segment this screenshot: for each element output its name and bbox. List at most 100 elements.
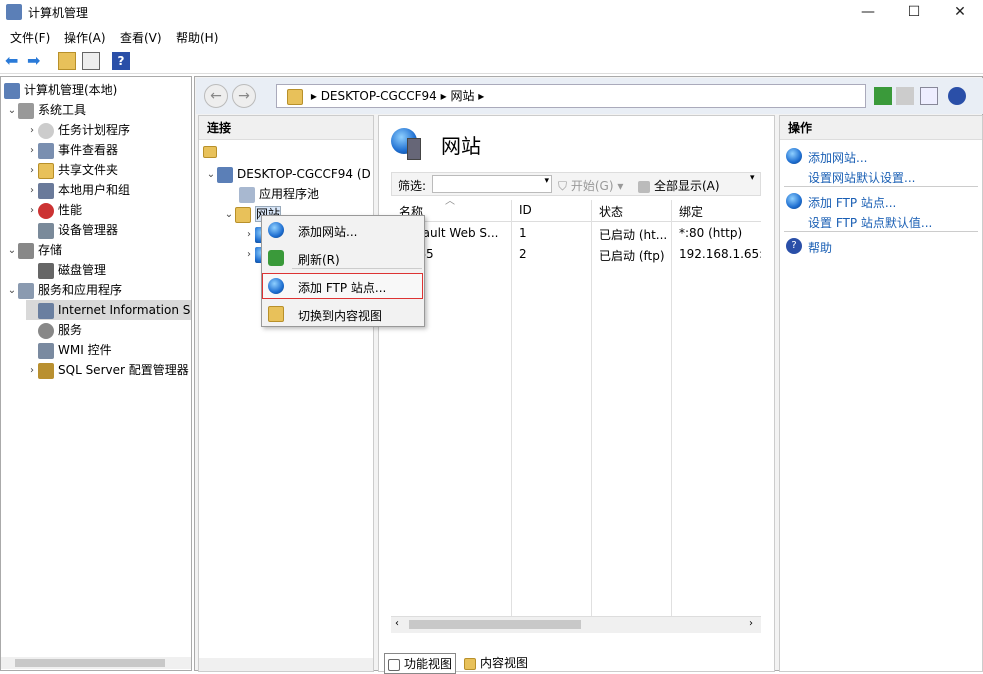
back-nav-button[interactable]: ←	[204, 84, 228, 108]
address-sep-3: ▸	[478, 89, 485, 103]
features-view-icon	[388, 658, 400, 671]
close-button[interactable]: ✕	[937, 0, 983, 26]
tab-content-view[interactable]: 内容视图	[464, 654, 528, 671]
address-sep-2: ▸	[440, 89, 447, 103]
tree-device-manager[interactable]: 设备管理器	[38, 220, 118, 240]
tree-event-viewer[interactable]: › 事件查看器	[26, 140, 118, 160]
event-viewer-icon	[38, 142, 54, 159]
action-site-defaults[interactable]: 设置网站默认设置...	[808, 169, 915, 186]
stop-icon[interactable]	[896, 87, 914, 105]
help-circle-icon[interactable]	[948, 87, 966, 105]
main-scroll-thumb[interactable]	[409, 620, 581, 629]
col-binding[interactable]: 绑定	[679, 203, 703, 220]
content-view-icon	[464, 657, 476, 670]
main-hscroll[interactable]: ‹ ›	[391, 616, 761, 633]
back-arrow-icon[interactable]: ⬅	[5, 52, 23, 70]
forward-nav-button[interactable]: →	[232, 84, 256, 108]
scroll-left-icon[interactable]: ‹	[395, 618, 399, 629]
help-icon[interactable]: ?	[112, 52, 130, 70]
action-add-ftp[interactable]: 添加 FTP 站点...	[808, 194, 896, 211]
sql-server-icon	[38, 362, 54, 379]
sites-folder-icon	[235, 206, 251, 223]
left-scroll-thumb[interactable]	[15, 659, 165, 667]
tree-performance[interactable]: › 性能	[26, 200, 82, 220]
ctx-switch-view-icon	[268, 306, 284, 322]
connect-icon[interactable]	[203, 144, 219, 160]
col-id[interactable]: ID	[519, 203, 532, 217]
tree-system-tools[interactable]: ⌄ 系统工具	[6, 100, 86, 120]
row-2-binding: 192.168.1.65:2	[679, 247, 761, 261]
forward-arrow-icon[interactable]: ➡	[27, 52, 45, 70]
gear-icon	[38, 322, 54, 339]
tree-local-users[interactable]: › 本地用户和组	[26, 180, 130, 200]
table-row[interactable]: efault Web S... 1 已启动 (ht... *:80 (http)	[391, 224, 761, 244]
address-box[interactable]: ▸ DESKTOP-CGCCF94 ▸ 网站 ▸	[276, 84, 866, 108]
filter-input[interactable]: ▾	[432, 175, 552, 193]
connections-panel: 连接 ⌄ DESKTOP-CGCCF94 (D 应用程序池 ⌄ 网站 › ›	[198, 115, 374, 672]
table-header: 名称 ︿ ID 状态 绑定	[391, 196, 761, 222]
address-folder-icon	[287, 88, 303, 105]
server-icon	[217, 166, 233, 183]
tree-services-apps[interactable]: ⌄ 服务和应用程序	[6, 280, 122, 300]
actions-divider-2	[784, 231, 978, 232]
funnel-icon: ⛉	[558, 179, 568, 193]
ctx-switch-view[interactable]: 切换到内容视图	[298, 307, 382, 324]
tree-shared-folders[interactable]: › 共享文件夹	[26, 160, 118, 180]
main-title: 网站	[441, 134, 481, 158]
tree-root[interactable]: 计算机管理(本地)	[4, 80, 117, 100]
tree-iis[interactable]: Internet Information S	[26, 300, 191, 320]
ctx-refresh[interactable]: 刷新(R)	[298, 251, 340, 268]
scroll-right-icon[interactable]: ›	[749, 618, 753, 629]
up-folder-icon[interactable]	[58, 52, 76, 70]
filter-dropdown-icon[interactable]: ▾	[544, 176, 549, 186]
clock-icon	[38, 122, 54, 139]
menu-view[interactable]: 查看(V)	[120, 29, 162, 46]
col-status[interactable]: 状态	[599, 203, 623, 220]
row-1-binding: *:80 (http)	[679, 226, 743, 240]
menu-file[interactable]: 文件(F)	[10, 29, 50, 46]
row-2-name: e65	[411, 247, 511, 261]
tree-storage[interactable]: ⌄ 存储	[6, 240, 62, 260]
connections-title: 连接	[199, 116, 373, 140]
address-bar: ← → ▸ DESKTOP-CGCCF94 ▸ 网站 ▸	[196, 78, 983, 114]
action-ftp-defaults[interactable]: 设置 FTP 站点默认值...	[808, 214, 932, 231]
menu-help[interactable]: 帮助(H)	[176, 29, 218, 46]
show-all-button[interactable]: 全部显示(A)	[638, 177, 720, 194]
services-apps-icon	[18, 282, 34, 299]
action-help[interactable]: 帮助	[808, 239, 832, 256]
add-site-icon	[786, 148, 802, 164]
left-hscroll[interactable]	[1, 657, 191, 669]
tree-disk-management[interactable]: 磁盘管理	[38, 260, 106, 280]
maximize-button[interactable]: ☐	[891, 0, 937, 26]
filter-label: 筛选:	[398, 179, 427, 193]
table-row[interactable]: e65 2 已启动 (ftp) 192.168.1.65:2	[391, 245, 761, 265]
performance-icon	[38, 202, 54, 219]
context-menu: 添加网站... 刷新(R) 添加 FTP 站点... 切换到内容视图	[261, 215, 425, 327]
add-ftp-icon	[786, 193, 802, 209]
main-panel: 网站 筛选: ▾ ⛉ 开始(G) ▾ 全部显示(A) ▾ 名称 ︿ ID 状态 …	[378, 115, 775, 672]
menu-action[interactable]: 操作(A)	[64, 29, 106, 46]
tree-task-scheduler[interactable]: › 任务计划程序	[26, 120, 130, 140]
home-icon[interactable]	[920, 87, 938, 105]
tree-services[interactable]: 服务	[38, 320, 82, 340]
conn-hscroll[interactable]	[199, 658, 373, 671]
sites-globe-large-icon	[391, 128, 425, 162]
show-all-icon	[638, 180, 650, 193]
address-segment-server[interactable]: DESKTOP-CGCCF94	[321, 89, 437, 103]
ctx-add-site[interactable]: 添加网站...	[298, 223, 357, 240]
tools-icon	[18, 102, 34, 119]
action-add-site[interactable]: 添加网站...	[808, 149, 867, 166]
start-filter-button[interactable]: ⛉ 开始(G) ▾	[558, 177, 623, 194]
ctx-add-ftp[interactable]: 添加 FTP 站点...	[298, 279, 386, 296]
ctx-divider	[292, 268, 422, 269]
filter-overflow-icon[interactable]: ▾	[750, 173, 755, 183]
address-segment-sites[interactable]: 网站	[450, 89, 474, 103]
conn-app-pools[interactable]: 应用程序池	[239, 184, 319, 204]
wmi-icon	[38, 342, 54, 359]
conn-server-node[interactable]: ⌄ DESKTOP-CGCCF94 (D	[205, 164, 371, 184]
minimize-button[interactable]: —	[845, 0, 891, 26]
show-hide-tree-icon[interactable]	[82, 52, 100, 70]
tree-sql-server[interactable]: › SQL Server 配置管理器	[26, 360, 189, 380]
refresh-icon[interactable]	[874, 87, 892, 105]
tree-wmi[interactable]: WMI 控件	[38, 340, 112, 360]
